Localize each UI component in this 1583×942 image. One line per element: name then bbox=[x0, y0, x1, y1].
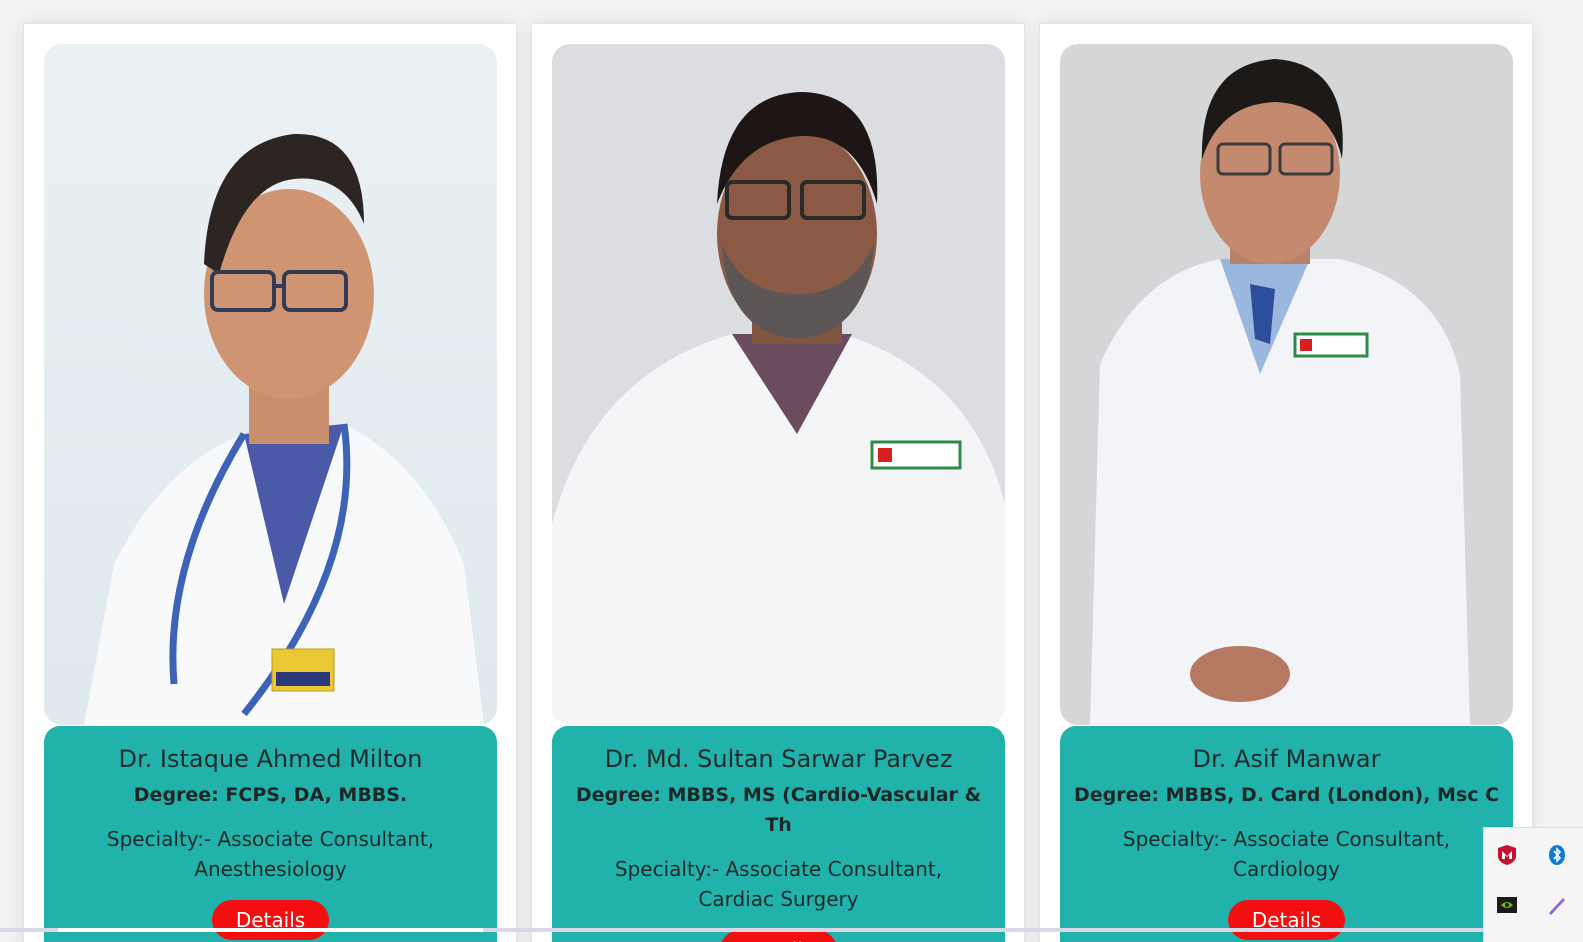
doctors-page: Dr. Istaque Ahmed Milton Degree: FCPS, D… bbox=[0, 0, 1583, 942]
doctor-name: Dr. Md. Sultan Sarwar Parvez bbox=[604, 745, 953, 773]
doctor-photo bbox=[44, 44, 497, 725]
doctor-photo bbox=[1060, 44, 1513, 725]
doctor-degree: Degree: MBBS, D. Card (London), Msc Ca bbox=[1074, 784, 1499, 806]
details-button[interactable]: Details bbox=[1227, 900, 1346, 940]
doctor-card: Dr. Istaque Ahmed Milton Degree: FCPS, D… bbox=[23, 23, 517, 942]
mcafee-icon[interactable] bbox=[1496, 844, 1518, 866]
doctor-degree: Degree: FCPS, DA, MBBS. bbox=[133, 784, 408, 806]
bluetooth-icon[interactable] bbox=[1546, 844, 1568, 866]
doctor-info: Dr. Istaque Ahmed Milton Degree: FCPS, D… bbox=[44, 726, 497, 942]
pen-icon[interactable] bbox=[1546, 894, 1568, 916]
doctor-specialty: Specialty:- Associate Consultant, Cardia… bbox=[614, 857, 943, 911]
doctor-card: Dr. Md. Sultan Sarwar Parvez Degree: MBB… bbox=[531, 23, 1025, 942]
scroll-indicator-thumb[interactable] bbox=[58, 928, 483, 932]
doctor-info: Dr. Md. Sultan Sarwar Parvez Degree: MBB… bbox=[552, 726, 1005, 942]
doctor-name: Dr. Istaque Ahmed Milton bbox=[118, 745, 423, 773]
scroll-indicator bbox=[0, 928, 1583, 932]
doctor-photo bbox=[552, 44, 1005, 725]
doctor-card: Dr. Asif Manwar Degree: MBBS, D. Card (L… bbox=[1039, 23, 1533, 942]
doctor-degree: Degree: MBBS, MS (Cardio-Vascular & Th bbox=[575, 784, 982, 836]
doctor-specialty: Specialty:- Associate Consultant, Cardio… bbox=[1122, 827, 1451, 881]
system-tray-overflow bbox=[1483, 827, 1583, 942]
doctor-specialty: Specialty:- Associate Consultant, Anesth… bbox=[106, 827, 435, 881]
doctor-name: Dr. Asif Manwar bbox=[1192, 745, 1381, 773]
doctor-info: Dr. Asif Manwar Degree: MBBS, D. Card (L… bbox=[1060, 726, 1513, 942]
nvidia-icon[interactable] bbox=[1496, 894, 1518, 916]
details-button[interactable]: Details bbox=[211, 900, 330, 940]
